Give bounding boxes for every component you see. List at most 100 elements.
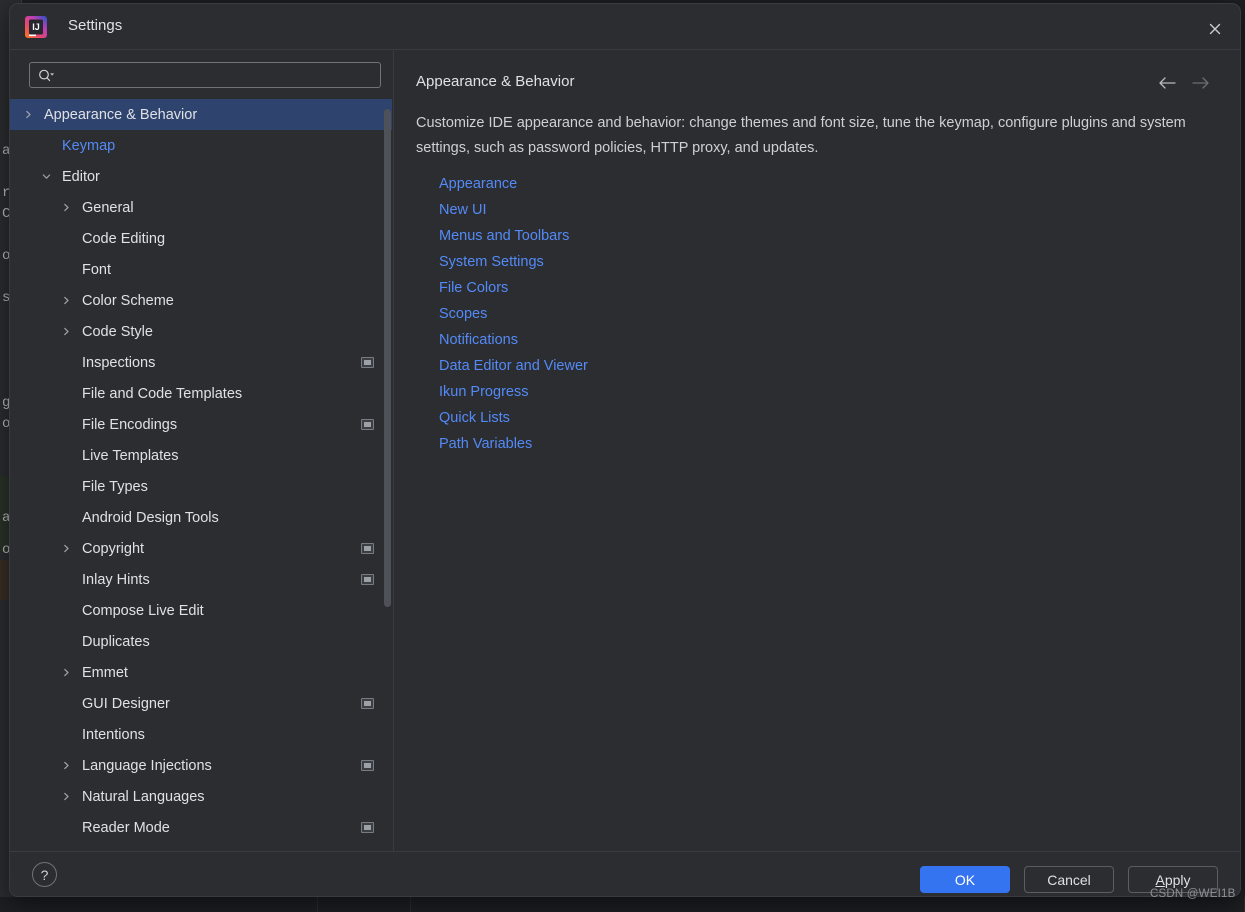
settings-link-appearance[interactable]: Appearance xyxy=(439,171,517,197)
tree-item-gui-designer[interactable]: GUI Designer xyxy=(10,688,392,719)
project-scope-badge-icon xyxy=(361,543,374,554)
tree-item-label: File Encodings xyxy=(82,416,178,433)
chevron-right-icon[interactable] xyxy=(59,666,73,680)
page-description: Customize IDE appearance and behavior: c… xyxy=(416,115,1186,156)
background-status-bar xyxy=(0,897,1245,912)
chevron-right-icon[interactable] xyxy=(59,542,73,556)
tree-item-label: Android Design Tools xyxy=(82,509,219,526)
tree-item-compose-live-edit[interactable]: Compose Live Edit xyxy=(10,595,392,626)
help-button[interactable]: ? xyxy=(32,862,57,887)
tree-item-reader-mode[interactable]: Reader Mode xyxy=(10,812,392,843)
tree-item-editor[interactable]: Editor xyxy=(10,161,392,192)
close-icon[interactable] xyxy=(1201,15,1229,43)
chevron-right-icon[interactable] xyxy=(59,790,73,804)
tree-item-color-scheme[interactable]: Color Scheme xyxy=(10,285,392,316)
settings-link-scopes[interactable]: Scopes xyxy=(439,301,487,327)
intellij-idea-logo-icon: IJ xyxy=(25,16,47,38)
settings-link-new-ui[interactable]: New UI xyxy=(439,197,487,223)
apply-label-rest: pply xyxy=(1164,871,1191,888)
settings-link-system-settings[interactable]: System Settings xyxy=(439,249,544,275)
tree-scrollbar-thumb[interactable] xyxy=(384,109,391,607)
tree-item-duplicates[interactable]: Duplicates xyxy=(10,626,392,657)
project-scope-badge-icon xyxy=(361,574,374,585)
tree-item-general[interactable]: General xyxy=(10,192,392,223)
tree-item-label: Natural Languages xyxy=(82,788,205,805)
tree-item-natural-languages[interactable]: Natural Languages xyxy=(10,781,392,812)
tree-item-label: Font xyxy=(82,261,112,278)
tree-item-intentions[interactable]: Intentions xyxy=(10,719,392,750)
settings-tree[interactable]: Appearance & Behavior Keymap Editor General… xyxy=(10,99,392,851)
tree-item-language-injections[interactable]: Language Injections xyxy=(10,750,392,781)
tree-item-emmet[interactable]: Emmet xyxy=(10,657,392,688)
tree-item-label: General xyxy=(82,199,134,216)
project-scope-badge-icon xyxy=(361,357,374,368)
settings-link-path-variables[interactable]: Path Variables xyxy=(439,431,532,457)
search-area xyxy=(10,51,392,88)
dialog-title: Settings xyxy=(68,17,123,34)
watermark: CSDN @WEI1B xyxy=(1150,888,1236,900)
chevron-right-icon[interactable] xyxy=(59,759,73,773)
ok-button[interactable]: OK xyxy=(920,866,1010,893)
tree-item-label: Emmet xyxy=(82,664,128,681)
tree-item-label: Code Editing xyxy=(82,230,166,247)
search-box[interactable] xyxy=(29,62,381,88)
tree-item-font[interactable]: Font xyxy=(10,254,392,285)
status-segment xyxy=(0,897,318,912)
page-title: Appearance & Behavior xyxy=(416,73,575,90)
project-scope-badge-icon xyxy=(361,760,374,771)
chevron-down-icon[interactable] xyxy=(39,170,53,184)
tree-item-label: Inspections xyxy=(82,354,156,371)
arrow-right-icon[interactable] xyxy=(1188,71,1214,95)
tree-item-label: Compose Live Edit xyxy=(82,602,204,619)
cancel-button[interactable]: Cancel xyxy=(1024,866,1114,893)
tree-item-label: Copyright xyxy=(82,540,145,557)
arrow-left-icon[interactable] xyxy=(1154,71,1180,95)
settings-link-ikun-progress[interactable]: Ikun Progress xyxy=(439,379,528,405)
status-segment xyxy=(411,897,1245,912)
project-scope-badge-icon xyxy=(361,698,374,709)
tree-item-keymap[interactable]: Keymap xyxy=(10,130,392,161)
tree-item-file-and-code-templates[interactable]: File and Code Templates xyxy=(10,378,392,409)
tree-item-code-editing[interactable]: Code Editing xyxy=(10,223,392,254)
settings-right-pane: Appearance & Behavior Customize IDE appe… xyxy=(394,51,1240,851)
chevron-right-icon[interactable] xyxy=(59,325,73,339)
settings-link-notifications[interactable]: Notifications xyxy=(439,327,518,353)
tree-item-file-encodings[interactable]: File Encodings xyxy=(10,409,392,440)
tree-item-label: Inlay Hints xyxy=(82,571,150,588)
tree-item-label: Duplicates xyxy=(82,633,150,650)
dialog-footer: ? OK Cancel Apply xyxy=(10,851,1240,896)
apply-mnemonic: A xyxy=(1155,871,1165,888)
tree-item-label: Editor xyxy=(62,168,100,185)
chevron-right-icon[interactable] xyxy=(21,108,35,122)
tree-item-label: File and Code Templates xyxy=(82,385,243,402)
tree-item-label: Language Injections xyxy=(82,757,212,774)
tree-item-copyright[interactable]: Copyright xyxy=(10,533,392,564)
svg-text:IJ: IJ xyxy=(32,22,40,32)
settings-link-file-colors[interactable]: File Colors xyxy=(439,275,508,301)
tree-item-file-types[interactable]: File Types xyxy=(10,471,392,502)
chevron-right-icon[interactable] xyxy=(59,201,73,215)
chevron-right-icon[interactable] xyxy=(59,294,73,308)
tree-item-android-design-tools[interactable]: Android Design Tools xyxy=(10,502,392,533)
tree-item-label: GUI Designer xyxy=(82,695,170,712)
tree-item-label: File Types xyxy=(82,478,148,495)
tree-item-label: Code Style xyxy=(82,323,153,340)
tree-item-label: Appearance & Behavior xyxy=(44,106,198,123)
settings-link-menus-and-toolbars[interactable]: Menus and Toolbars xyxy=(439,223,569,249)
settings-link-data-editor-and-viewer[interactable]: Data Editor and Viewer xyxy=(439,353,588,379)
tree-item-inlay-hints[interactable]: Inlay Hints xyxy=(10,564,392,595)
status-segment xyxy=(318,897,411,912)
search-icon xyxy=(38,69,55,82)
tree-item-inspections[interactable]: Inspections xyxy=(10,347,392,378)
project-scope-badge-icon xyxy=(361,419,374,430)
settings-link-list: Appearance New UI Menus and Toolbars System… xyxy=(439,171,588,457)
project-scope-badge-icon xyxy=(361,822,374,833)
tree-item-live-templates[interactable]: Live Templates xyxy=(10,440,392,471)
settings-link-quick-lists[interactable]: Quick Lists xyxy=(439,405,510,431)
tree-item-code-style[interactable]: Code Style xyxy=(10,316,392,347)
search-input[interactable] xyxy=(55,67,380,83)
tree-item-label: Intentions xyxy=(82,726,145,743)
tree-item-appearance-behavior[interactable]: Appearance & Behavior xyxy=(10,99,392,130)
settings-dialog: IJ Settings Appearance & Behavior Keymap… xyxy=(9,3,1241,897)
settings-left-pane: Appearance & Behavior Keymap Editor General… xyxy=(10,51,392,851)
